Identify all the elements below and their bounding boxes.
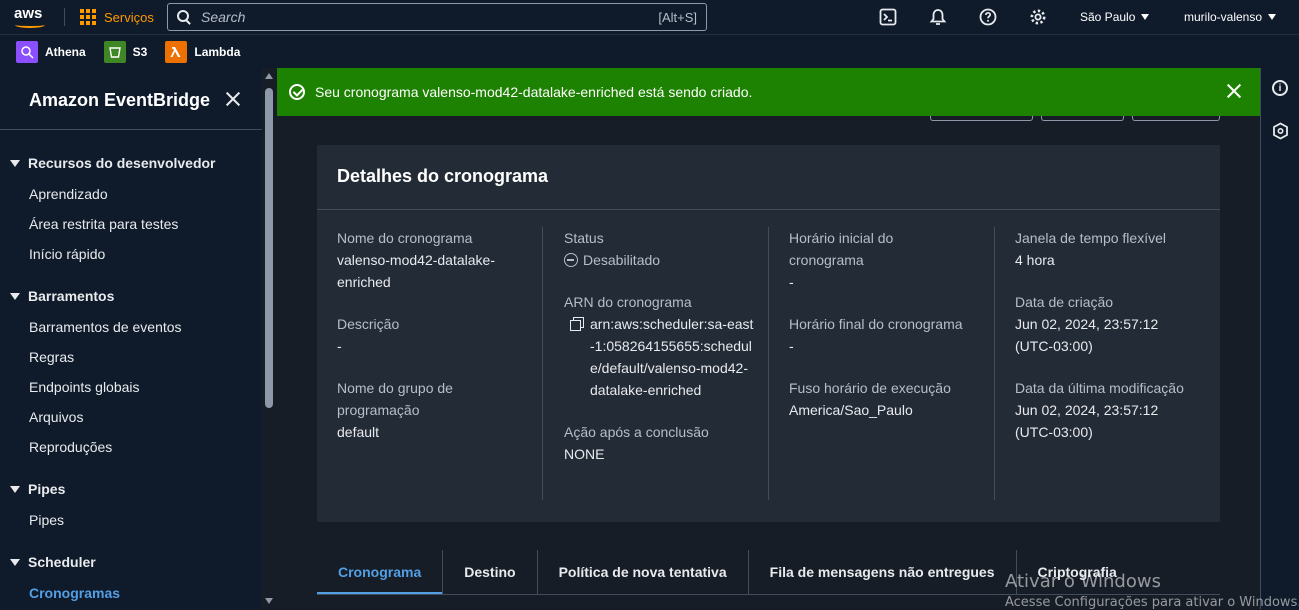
divider (0, 129, 262, 130)
modified-date-label: Data da última modificação (1015, 380, 1184, 396)
aws-logo[interactable]: aws (14, 5, 50, 29)
search-shortcut: [Alt+S] (658, 9, 697, 25)
sidebar-item-arquivos[interactable]: Arquivos (29, 409, 83, 425)
flexible-window-label: Janela de tempo flexível (1015, 230, 1166, 246)
end-time-label: Horário final do cronograma (789, 316, 963, 332)
favorites-bar: Athena S3 Lambda (0, 34, 1299, 68)
status-label: Status (564, 230, 604, 246)
athena-icon (16, 40, 38, 63)
sidebar-item-regras[interactable]: Regras (29, 349, 74, 365)
notifications-bell-icon[interactable] (929, 8, 947, 26)
sidebar-item-barramentos-de-eventos[interactable]: Barramentos de eventos (29, 319, 182, 335)
status-value: Desabilitado (564, 249, 759, 271)
sidebar-item-endpoints-globais[interactable]: Endpoints globais (29, 379, 140, 395)
info-icon[interactable]: i (1272, 80, 1288, 96)
caret-down-icon (10, 292, 20, 300)
created-date-label: Data de criação (1015, 294, 1114, 310)
top-navigation-bar: aws Serviços [Alt+S] São Paulo murilo-va… (0, 0, 1299, 34)
end-time-value: - (789, 338, 794, 354)
favorite-s3[interactable]: S3 (103, 40, 147, 63)
section-pipes[interactable]: Pipes (10, 481, 65, 497)
close-sidebar-icon[interactable] (224, 90, 242, 108)
tab-cronograma[interactable]: Cronograma (317, 550, 444, 595)
divider (994, 227, 995, 500)
sidebar-title: Amazon EventBridge (29, 90, 211, 110)
card-title: Detalhes do cronograma (337, 166, 549, 186)
schedule-name-label: Nome do cronograma (337, 230, 473, 246)
tab-politica-nova-tentativa[interactable]: Política de nova tentativa (538, 550, 749, 594)
group-name-label: Nome do grupo de programação (337, 380, 453, 418)
tab-destino[interactable]: Destino (443, 550, 538, 594)
disabled-status-icon (564, 253, 578, 267)
timezone-value: America/Sao_Paulo (789, 402, 913, 418)
caret-down-icon (10, 485, 20, 493)
sidebar-item-reproducoes[interactable]: Reproduções (29, 439, 112, 455)
windows-activation-watermark: Ativar o Windows Acesse Configurações pa… (1005, 571, 1299, 610)
check-circle-icon (289, 84, 305, 100)
schedule-details-card: Detalhes do cronograma Nome do cronogram… (317, 145, 1220, 522)
tab-fila-mensagens[interactable]: Fila de mensagens não entregues (749, 550, 1017, 594)
success-flash-banner: Seu cronograma valenso-mod42-datalake-en… (277, 68, 1260, 116)
scroll-up-icon[interactable] (265, 73, 273, 79)
feedback-hexagon-icon[interactable] (1272, 122, 1289, 145)
created-date-value: Jun 02, 2024, 23:57:12 (UTC-03:00) (1015, 316, 1159, 354)
sidebar-item-inicio-rapido[interactable]: Início rápido (29, 246, 105, 262)
flexible-window-value: 4 hora (1015, 252, 1055, 268)
caret-down-icon (1141, 14, 1150, 20)
flash-message: Seu cronograma valenso-mod42-datalake-en… (315, 84, 753, 100)
section-barramentos[interactable]: Barramentos (10, 288, 114, 304)
section-recursos-do-desenvolvedor[interactable]: Recursos do desenvolvedor (10, 155, 216, 171)
search-input[interactable] (201, 9, 659, 25)
divider (542, 227, 543, 500)
favorite-lambda[interactable]: Lambda (165, 40, 240, 63)
services-menu-button[interactable]: Serviços (80, 9, 154, 25)
group-name-value: default (337, 424, 380, 440)
scroll-down-icon[interactable] (265, 598, 273, 604)
details-column-3: Horário inicial do cronograma - Horário … (789, 227, 979, 441)
after-completion-label: Ação após a conclusão (564, 424, 709, 440)
details-column-2: Status Desabilitado ARN do cronograma ar… (564, 227, 759, 485)
caret-down-icon (10, 159, 20, 167)
help-icon[interactable] (979, 8, 997, 26)
sidebar-scrollbar-thumb[interactable] (265, 88, 273, 408)
modified-date-value: Jun 02, 2024, 23:57:12 (UTC-03:00) (1015, 402, 1159, 440)
favorite-athena[interactable]: Athena (16, 40, 86, 63)
description-label: Descrição (337, 316, 400, 332)
sidebar: Amazon EventBridge Recursos do desenvolv… (0, 68, 262, 609)
account-menu[interactable]: murilo-valenso (1184, 10, 1277, 24)
timezone-label: Fuso horário de execução (789, 380, 951, 396)
divider (317, 209, 1220, 210)
sidebar-item-aprendizado[interactable]: Aprendizado (29, 186, 108, 202)
right-utility-rail: i (1260, 68, 1299, 609)
sidebar-item-area-restrita[interactable]: Área restrita para testes (29, 216, 178, 232)
divider (64, 8, 65, 26)
settings-gear-icon[interactable] (1029, 8, 1047, 26)
grid-icon (80, 9, 96, 25)
start-time-value: - (789, 274, 794, 290)
lambda-icon (165, 40, 188, 63)
description-value: - (337, 338, 342, 354)
sidebar-item-pipes[interactable]: Pipes (29, 512, 64, 528)
caret-down-icon (10, 558, 20, 566)
details-column-1: Nome do cronograma valenso-mod42-datalak… (337, 227, 527, 463)
details-column-4: Janela de tempo flexível 4 hora Data de … (1015, 227, 1210, 463)
start-time-label: Horário inicial do cronograma (789, 230, 894, 268)
cloudshell-icon[interactable] (879, 8, 897, 26)
caret-down-icon (1268, 14, 1277, 20)
close-flash-icon[interactable] (1226, 83, 1242, 99)
divider (768, 227, 769, 500)
s3-icon (103, 40, 126, 63)
region-selector[interactable]: São Paulo (1080, 10, 1150, 24)
arn-label: ARN do cronograma (564, 294, 692, 310)
copy-icon[interactable] (570, 317, 584, 331)
sidebar-item-cronogramas[interactable]: Cronogramas (29, 585, 120, 601)
arn-value: arn:aws:scheduler:sa-east-1:058264155655… (564, 313, 759, 401)
after-completion-value: NONE (564, 446, 605, 462)
schedule-name-value: valenso-mod42-datalake-enriched (337, 252, 495, 290)
section-scheduler[interactable]: Scheduler (10, 554, 96, 570)
search-bar[interactable]: [Alt+S] (167, 3, 707, 31)
search-icon (177, 10, 191, 24)
